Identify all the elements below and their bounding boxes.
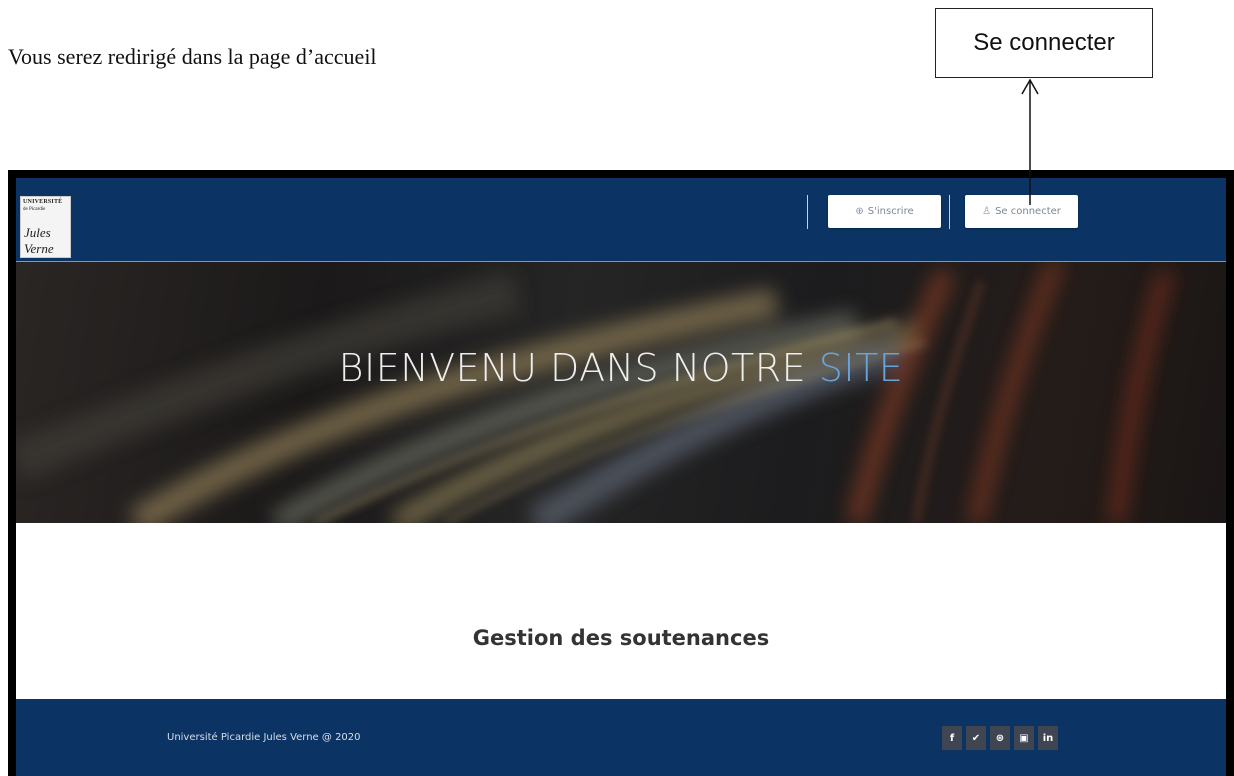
callout-text: Se connecter xyxy=(973,29,1115,56)
footer: Université Picardie Jules Verne @ 2020 f… xyxy=(16,699,1226,776)
facebook-icon[interactable]: f xyxy=(942,726,962,750)
footer-copyright: Université Picardie Jules Verne @ 2020 xyxy=(167,732,361,743)
twitter-icon[interactable]: ✔ xyxy=(966,726,986,750)
login-button[interactable]: ♙ Se connecter xyxy=(965,195,1078,228)
main-content: Gestion des soutenances xyxy=(16,523,1226,699)
user-icon: ♙ xyxy=(982,206,992,217)
hero-background-image xyxy=(16,262,1174,523)
hero-title: BIENVENU DANS NOTRE SITE xyxy=(16,346,1226,390)
hero-banner: BIENVENU DANS NOTRE SITE xyxy=(16,262,1226,523)
linkedin-icon[interactable]: in xyxy=(1038,726,1058,750)
university-logo[interactable]: UNIVERSITÉ de Picardie Jules Verne xyxy=(20,196,71,258)
flickr-icon[interactable]: ▣ xyxy=(1014,726,1034,750)
user-plus-icon: ⊕ xyxy=(855,206,864,217)
page-title: Gestion des soutenances xyxy=(472,626,770,650)
website: UNIVERSITÉ de Picardie Jules Verne ⊕ S'i… xyxy=(16,178,1226,776)
signup-button[interactable]: ⊕ S'inscrire xyxy=(828,195,941,228)
social-links: f ✔ ⊛ ▣ in xyxy=(942,726,1058,750)
navbar: UNIVERSITÉ de Picardie Jules Verne ⊕ S'i… xyxy=(16,178,1226,262)
hero-title-main: BIENVENU DANS NOTRE xyxy=(338,346,819,390)
nav-divider xyxy=(807,195,808,229)
login-label: Se connecter xyxy=(995,206,1061,217)
hero-title-accent: SITE xyxy=(818,346,904,390)
callout-label: Se connecter xyxy=(935,8,1153,78)
logo-signature: Jules Verne xyxy=(24,225,54,256)
nav-divider xyxy=(949,195,950,229)
logo-text: UNIVERSITÉ xyxy=(23,199,63,205)
signup-label: S'inscrire xyxy=(867,206,914,217)
logo-subtext: de Picardie xyxy=(23,207,46,212)
screenshot-frame: UNIVERSITÉ de Picardie Jules Verne ⊕ S'i… xyxy=(8,170,1234,776)
dribbble-icon[interactable]: ⊛ xyxy=(990,726,1010,750)
document-caption: Vous serez redirigé dans la page d’accue… xyxy=(8,44,377,69)
